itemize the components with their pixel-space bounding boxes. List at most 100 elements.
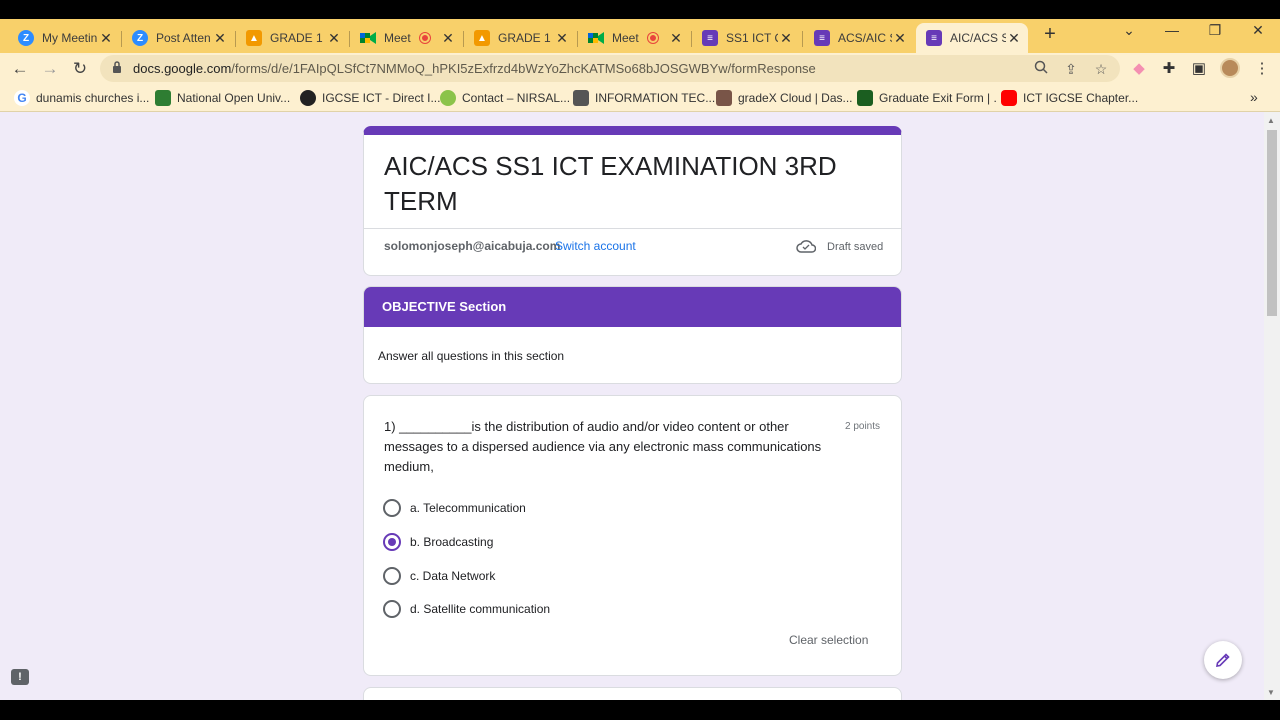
bookmark-item[interactable]: ICT IGCSE Chapter... xyxy=(1001,90,1138,106)
youtube-icon xyxy=(1001,90,1017,106)
more-bookmarks-icon[interactable]: » xyxy=(1250,89,1258,105)
google-icon: G xyxy=(14,90,30,106)
scroll-down-arrow-icon[interactable]: ▼ xyxy=(1267,688,1275,697)
question-points: 2 points xyxy=(845,421,881,432)
close-tab-icon[interactable]: ✕ xyxy=(668,30,684,47)
lock-icon xyxy=(113,61,121,73)
tab-6[interactable]: Meet ✕ xyxy=(578,23,690,53)
screen-top-border xyxy=(0,0,1280,19)
radio-button[interactable] xyxy=(383,499,401,517)
tab-title: My Meetin xyxy=(42,31,98,45)
restore-button[interactable]: ❐ xyxy=(1200,22,1230,39)
minimize-button[interactable]: — xyxy=(1157,22,1187,38)
tab-title: Meet xyxy=(384,31,411,45)
tab-title: Meet xyxy=(612,31,639,45)
close-tab-icon[interactable]: ✕ xyxy=(326,30,342,47)
profile-avatar[interactable] xyxy=(1220,58,1240,78)
section-card: OBJECTIVE Section Answer all questions i… xyxy=(363,286,902,384)
classroom-icon: ▲ xyxy=(246,30,262,46)
tab-search-icon[interactable]: ⌄ xyxy=(1114,22,1144,39)
question-text: 1) __________is the distribution of audi… xyxy=(384,419,822,474)
tab-3[interactable]: ▲ GRADE 1 S ✕ xyxy=(236,23,348,53)
bookmark-label: Graduate Exit Form | . xyxy=(879,91,997,105)
radio-button[interactable] xyxy=(383,600,401,618)
close-tab-icon[interactable]: ✕ xyxy=(440,30,456,47)
recording-indicator-icon xyxy=(420,33,430,43)
tab-title: GRADE 1 S xyxy=(270,31,326,45)
extension-screencast-icon[interactable]: ◆ xyxy=(1127,57,1151,81)
browser-toolbar: ← → ↻ docs.google.com/forms/d/e/1FAIpQLS… xyxy=(0,53,1280,84)
bookmark-item[interactable]: INFORMATION TEC... xyxy=(573,90,715,106)
tab-4[interactable]: Meet ✕ xyxy=(350,23,462,53)
share-icon[interactable]: ⇪ xyxy=(1061,59,1081,79)
bookmark-item[interactable]: IGCSE ICT - Direct I... xyxy=(300,90,440,106)
tab-1[interactable]: Z My Meetin ✕ xyxy=(8,23,120,53)
side-panel-icon[interactable]: ▣ xyxy=(1187,57,1211,81)
browser-menu-icon[interactable]: ⋮ xyxy=(1250,57,1274,81)
site-logo-icon xyxy=(573,90,589,106)
report-icon[interactable]: ! xyxy=(11,669,29,685)
tab-5[interactable]: ▲ GRADE 1 S ✕ xyxy=(464,23,576,53)
tab-9-active[interactable]: ≡ AIC/ACS S ✕ xyxy=(916,23,1028,53)
back-button[interactable]: ← xyxy=(8,57,32,81)
university-logo-icon xyxy=(857,90,873,106)
nirsal-logo-icon xyxy=(440,90,456,106)
close-tab-icon[interactable]: ✕ xyxy=(1006,30,1022,47)
clear-selection-button[interactable]: Clear selection xyxy=(789,633,868,647)
option-d[interactable]: d. Satellite communication xyxy=(383,600,550,618)
close-tab-icon[interactable]: ✕ xyxy=(98,30,114,47)
tab-title: AIC/ACS S xyxy=(950,31,1006,45)
new-tab-button[interactable]: + xyxy=(1040,23,1060,46)
account-email: solomonjoseph@aicabuja.com xyxy=(384,239,561,253)
bookmark-label: gradeX Cloud | Das... xyxy=(738,91,853,105)
reload-button[interactable]: ↻ xyxy=(68,57,92,81)
close-tab-icon[interactable]: ✕ xyxy=(892,30,908,47)
globe-icon xyxy=(300,90,316,106)
tab-title: Post Atten xyxy=(156,31,211,45)
tab-8[interactable]: ≡ ACS/AIC S ✕ xyxy=(804,23,914,53)
tab-2[interactable]: Z Post Atten ✕ xyxy=(122,23,234,53)
forward-button[interactable]: → xyxy=(38,57,62,81)
option-label: c. Data Network xyxy=(410,569,496,583)
close-tab-icon[interactable]: ✕ xyxy=(554,30,570,47)
bookmark-label: National Open Univ... xyxy=(177,91,291,105)
form-title: AIC/ACS SS1 ICT EXAMINATION 3RD TERM xyxy=(384,151,837,216)
bookmark-item[interactable]: gradeX Cloud | Das... xyxy=(716,90,853,106)
meet-icon xyxy=(588,30,604,46)
radio-button-checked[interactable] xyxy=(383,533,401,551)
bookmark-item[interactable]: National Open Univ... xyxy=(155,90,290,106)
tab-7[interactable]: ≡ SS1 ICT QU ✕ xyxy=(692,23,800,53)
bookmark-label: INFORMATION TEC... xyxy=(595,91,716,105)
meet-icon xyxy=(360,30,376,46)
edit-response-button[interactable] xyxy=(1204,641,1242,679)
forms-icon: ≡ xyxy=(926,30,942,46)
bookmark-item[interactable]: Graduate Exit Form | . xyxy=(857,90,997,106)
bookmark-item[interactable]: Contact – NIRSAL... xyxy=(440,90,570,106)
radio-button[interactable] xyxy=(383,567,401,585)
bookmark-item[interactable]: G dunamis churches i... xyxy=(14,90,149,106)
tab-title: SS1 ICT QU xyxy=(726,31,778,45)
zoom-icon[interactable] xyxy=(1031,59,1051,79)
cloud-saved-icon xyxy=(796,240,816,253)
option-a[interactable]: a. Telecommunication xyxy=(383,499,526,517)
gradex-logo-icon xyxy=(716,90,732,106)
tab-title: GRADE 1 S xyxy=(498,31,554,45)
close-tab-icon[interactable]: ✕ xyxy=(212,30,228,47)
recording-indicator-icon xyxy=(648,33,658,43)
option-c[interactable]: c. Data Network xyxy=(383,567,495,585)
bookmark-star-icon[interactable]: ☆ xyxy=(1091,59,1111,79)
scroll-up-arrow-icon[interactable]: ▲ xyxy=(1267,116,1275,125)
address-bar[interactable]: docs.google.com/forms/d/e/1FAIpQLSfCt7NM… xyxy=(100,55,1120,82)
switch-account-link[interactable]: Switch account xyxy=(555,239,636,253)
close-window-button[interactable]: ✕ xyxy=(1243,22,1273,39)
zoom-icon: Z xyxy=(18,30,34,46)
option-label: b. Broadcasting xyxy=(410,535,494,549)
page-scrollbar[interactable]: ▲ ▼ xyxy=(1264,112,1280,700)
close-tab-icon[interactable]: ✕ xyxy=(778,30,794,47)
extensions-puzzle-icon[interactable]: ✚ xyxy=(1157,57,1181,81)
option-label: d. Satellite communication xyxy=(410,602,551,616)
scrollbar-thumb[interactable] xyxy=(1267,130,1277,316)
bookmark-label: IGCSE ICT - Direct I... xyxy=(322,91,441,105)
section-header: OBJECTIVE Section xyxy=(364,287,901,327)
option-b[interactable]: b. Broadcasting xyxy=(383,533,493,551)
